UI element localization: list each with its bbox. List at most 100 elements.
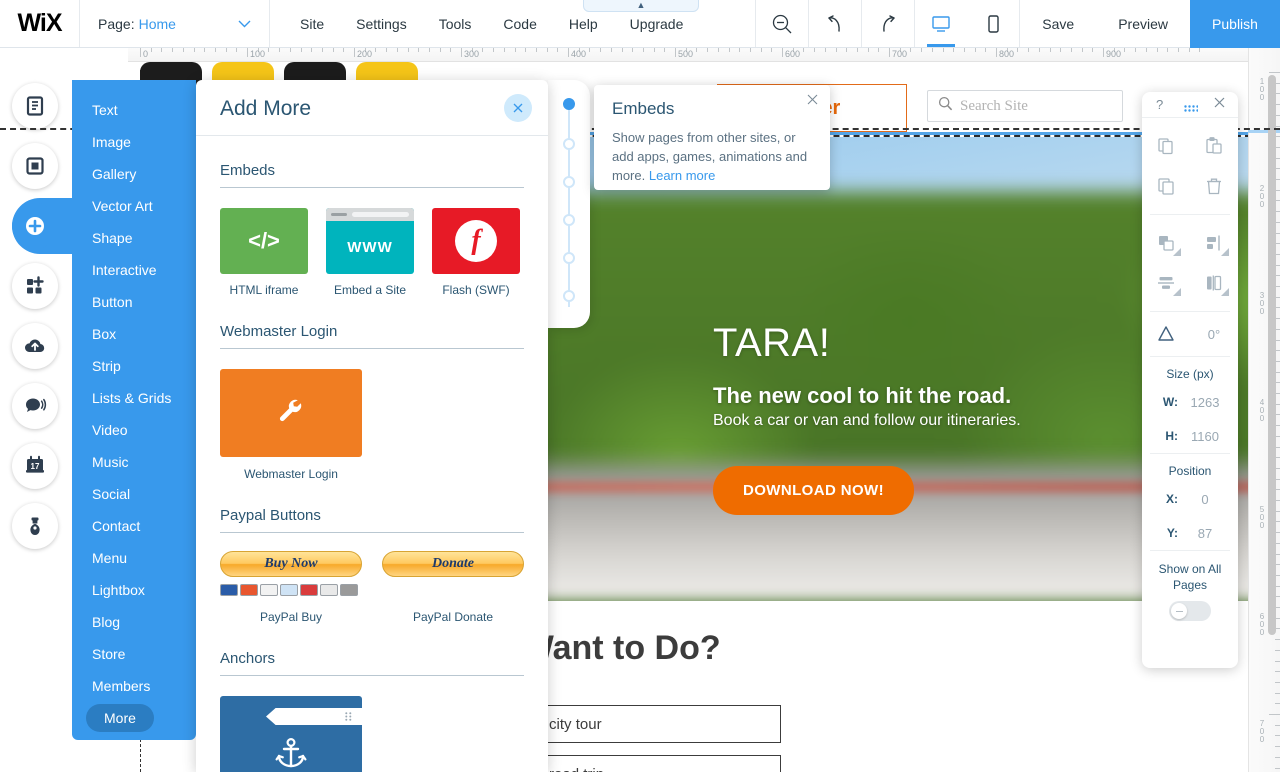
save-button[interactable]: Save xyxy=(1020,0,1096,47)
show-on-all-pages-toggle[interactable] xyxy=(1169,601,1211,622)
ruler-tick xyxy=(428,48,430,52)
submenu-item-members[interactable]: Members xyxy=(72,670,196,702)
add-item-paypal-buy[interactable]: Buy Now PayPal Buy xyxy=(220,551,362,624)
close-icon[interactable] xyxy=(1214,96,1225,111)
add-item-webmaster-login[interactable] xyxy=(220,369,362,457)
ruler-label: 700 xyxy=(892,49,908,59)
menu-item-upgrade[interactable]: Upgrade xyxy=(614,16,700,32)
align-horizontal-icon[interactable] xyxy=(1190,223,1238,263)
submenu-item-music[interactable]: Music xyxy=(72,446,196,478)
duplicate-icon[interactable] xyxy=(1142,166,1190,206)
submenu-item-text[interactable]: Text xyxy=(72,94,196,126)
ruler-tick xyxy=(321,48,323,52)
submenu-item-button[interactable]: Button xyxy=(72,286,196,318)
credit-card-icons xyxy=(220,584,362,596)
caret-up-icon: ▲ xyxy=(636,0,646,10)
copy-icon[interactable] xyxy=(1142,126,1190,166)
submenu-item-lists-grids[interactable]: Lists & Grids xyxy=(72,382,196,414)
ruler-label: 0 xyxy=(1259,299,1265,308)
add-item-embed-a-site[interactable]: WWW Embed a Site xyxy=(326,208,414,297)
menu-item-settings[interactable]: Settings xyxy=(340,16,423,32)
menu-item-code[interactable]: Code xyxy=(487,16,552,32)
category-dot-rail[interactable] xyxy=(548,80,590,328)
dot-rail-item[interactable] xyxy=(563,290,575,302)
horizontal-ruler[interactable]: 0 100 200 300 400 500 600 700 800 900 xyxy=(128,48,1248,62)
floating-toolbar-header[interactable]: ? xyxy=(1142,92,1238,118)
panel-body[interactable]: Embeds </> HTML iframe WWW Embed a Site … xyxy=(196,136,548,772)
x-field[interactable]: X: 0 xyxy=(1142,482,1238,516)
y-field[interactable]: Y: 87 xyxy=(1142,516,1238,550)
embeds-tooltip: Embeds Show pages from other sites, or a… xyxy=(594,85,830,190)
submenu-item-more[interactable]: More xyxy=(72,702,196,734)
submenu-item-social[interactable]: Social xyxy=(72,478,196,510)
zoom-out-icon[interactable] xyxy=(756,0,808,47)
rotation-row[interactable]: 0° xyxy=(1142,312,1238,356)
height-field[interactable]: H: 1160 xyxy=(1142,419,1238,453)
submenu-item-image[interactable]: Image xyxy=(72,126,196,158)
sidebar-item-background[interactable] xyxy=(12,143,58,189)
publish-button[interactable]: Publish xyxy=(1190,0,1280,48)
sidebar-item-bookings[interactable]: 17 xyxy=(12,443,58,489)
add-item-anchor[interactable] xyxy=(220,696,362,772)
menu-item-help[interactable]: Help xyxy=(553,16,614,32)
undo-icon[interactable] xyxy=(809,0,861,47)
sidebar-item-blog[interactable] xyxy=(12,503,58,549)
tooltip-title: Embeds xyxy=(612,99,675,118)
submenu-item-vector-art[interactable]: Vector Art xyxy=(72,190,196,222)
collapse-topbar-tab[interactable]: ▲ xyxy=(583,0,699,12)
download-now-button[interactable]: DOWNLOAD NOW! xyxy=(713,466,915,515)
question-icon[interactable]: ? xyxy=(1156,97,1163,112)
page-selector[interactable]: Page: Home xyxy=(80,0,270,47)
ruler-tick xyxy=(386,48,388,52)
ruler-label: 0 xyxy=(1259,93,1265,102)
preview-button[interactable]: Preview xyxy=(1096,0,1190,47)
distribute-vertical-icon[interactable] xyxy=(1142,263,1190,303)
dot-rail-item[interactable] xyxy=(563,98,575,110)
submenu-item-blog[interactable]: Blog xyxy=(72,606,196,638)
width-field[interactable]: W: 1263 xyxy=(1142,385,1238,419)
submenu-item-gallery[interactable]: Gallery xyxy=(72,158,196,190)
close-icon[interactable] xyxy=(504,94,532,122)
code-icon: </> xyxy=(220,208,308,274)
redo-icon[interactable] xyxy=(862,0,914,47)
sidebar-item-chat[interactable] xyxy=(12,383,58,429)
submenu-item-menu[interactable]: Menu xyxy=(72,542,196,574)
add-item-flash-swf[interactable]: f Flash (SWF) xyxy=(432,208,520,297)
submenu-item-video[interactable]: Video xyxy=(72,414,196,446)
dot-rail-item[interactable] xyxy=(563,138,575,150)
add-item-caption: PayPal Buy xyxy=(259,610,323,624)
learn-more-link[interactable]: Learn more xyxy=(649,168,715,183)
add-item-paypal-donate[interactable]: Donate PayPal Donate xyxy=(382,551,524,624)
www-icon: WWW xyxy=(326,208,414,274)
mobile-icon[interactable] xyxy=(967,0,1019,47)
delete-icon[interactable] xyxy=(1190,166,1238,206)
submenu-item-contact[interactable]: Contact xyxy=(72,510,196,542)
menu-item-tools[interactable]: Tools xyxy=(423,16,488,32)
close-icon[interactable] xyxy=(807,94,818,108)
sidebar-item-add-apps[interactable] xyxy=(12,263,58,309)
submenu-item-lightbox[interactable]: Lightbox xyxy=(72,574,196,606)
dot-rail-item[interactable] xyxy=(563,214,575,226)
ruler-tick xyxy=(1188,48,1190,52)
add-item-html-iframe[interactable]: </> HTML iframe xyxy=(220,208,308,297)
drag-grip-icon[interactable] xyxy=(1184,101,1199,119)
submenu-item-interactive[interactable]: Interactive xyxy=(72,254,196,286)
ruler-tick xyxy=(1124,48,1126,52)
dot-rail-item[interactable] xyxy=(563,176,575,188)
submenu-item-shape[interactable]: Shape xyxy=(72,222,196,254)
sidebar-item-my-uploads[interactable] xyxy=(12,323,58,369)
desktop-icon[interactable] xyxy=(915,0,967,47)
ruler-tick xyxy=(996,48,997,57)
align-vertical-icon[interactable] xyxy=(1190,263,1238,303)
submenu-item-box[interactable]: Box xyxy=(72,318,196,350)
sidebar-item-menus-pages[interactable] xyxy=(12,83,58,129)
paste-icon[interactable] xyxy=(1190,126,1238,166)
search-site-input[interactable]: Search Site xyxy=(927,90,1123,122)
submenu-item-strip[interactable]: Strip xyxy=(72,350,196,382)
wix-logo[interactable]: WiX xyxy=(0,0,80,47)
arrange-layers-icon[interactable] xyxy=(1142,223,1190,263)
menu-item-site[interactable]: Site xyxy=(284,16,340,32)
submenu-item-store[interactable]: Store xyxy=(72,638,196,670)
dot-rail-item[interactable] xyxy=(563,252,575,264)
canvas-scrollbar[interactable] xyxy=(1268,75,1276,635)
